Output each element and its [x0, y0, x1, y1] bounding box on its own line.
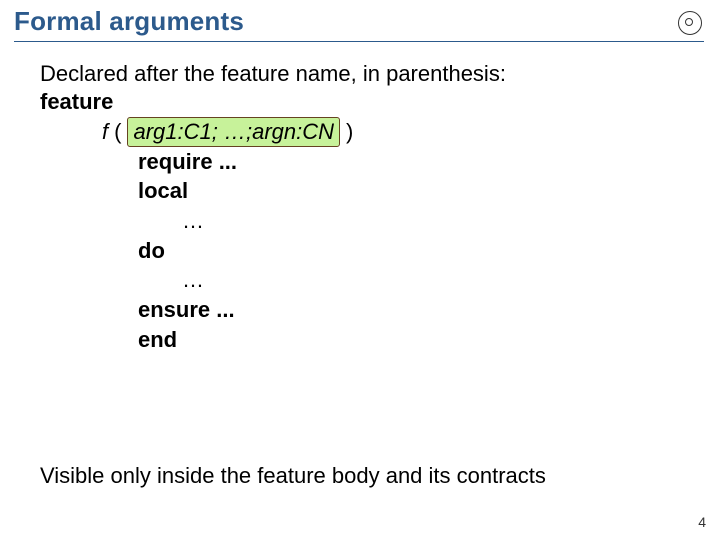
- title-row: Formal arguments: [0, 0, 720, 37]
- sig-open: (: [114, 117, 121, 147]
- sig-sep: ; …;: [212, 118, 252, 146]
- code-block: f ( arg1 : C1 ; …; argn : CN ) require .…: [0, 115, 720, 355]
- sig-argn: argn: [252, 118, 296, 146]
- sig-f: f: [102, 117, 108, 147]
- line-end: end: [66, 325, 720, 355]
- page-number: 4: [698, 514, 706, 530]
- closing-text: Visible only inside the feature body and…: [40, 462, 680, 490]
- args-highlight: arg1 : C1 ; …; argn : CN: [127, 117, 340, 147]
- line-do: do: [66, 236, 720, 266]
- line-ellipsis-1: …: [66, 206, 720, 236]
- feature-keyword: feature: [40, 88, 698, 116]
- sig-arg1: arg1: [133, 118, 177, 146]
- line-local: local: [66, 176, 720, 206]
- sig-close: ): [346, 117, 353, 147]
- slide-title: Formal arguments: [14, 6, 244, 37]
- logo-icon: [678, 11, 702, 35]
- intro-block: Declared after the feature name, in pare…: [0, 42, 720, 115]
- intro-text: Declared after the feature name, in pare…: [40, 60, 698, 88]
- sig-cn: CN: [302, 118, 334, 146]
- line-ellipsis-2: …: [66, 265, 720, 295]
- slide: Formal arguments Declared after the feat…: [0, 0, 720, 540]
- line-ensure: ensure ...: [66, 295, 720, 325]
- signature-line: f ( arg1 : C1 ; …; argn : CN ): [66, 117, 720, 147]
- line-require: require ...: [66, 147, 720, 177]
- sig-c1: C1: [184, 118, 212, 146]
